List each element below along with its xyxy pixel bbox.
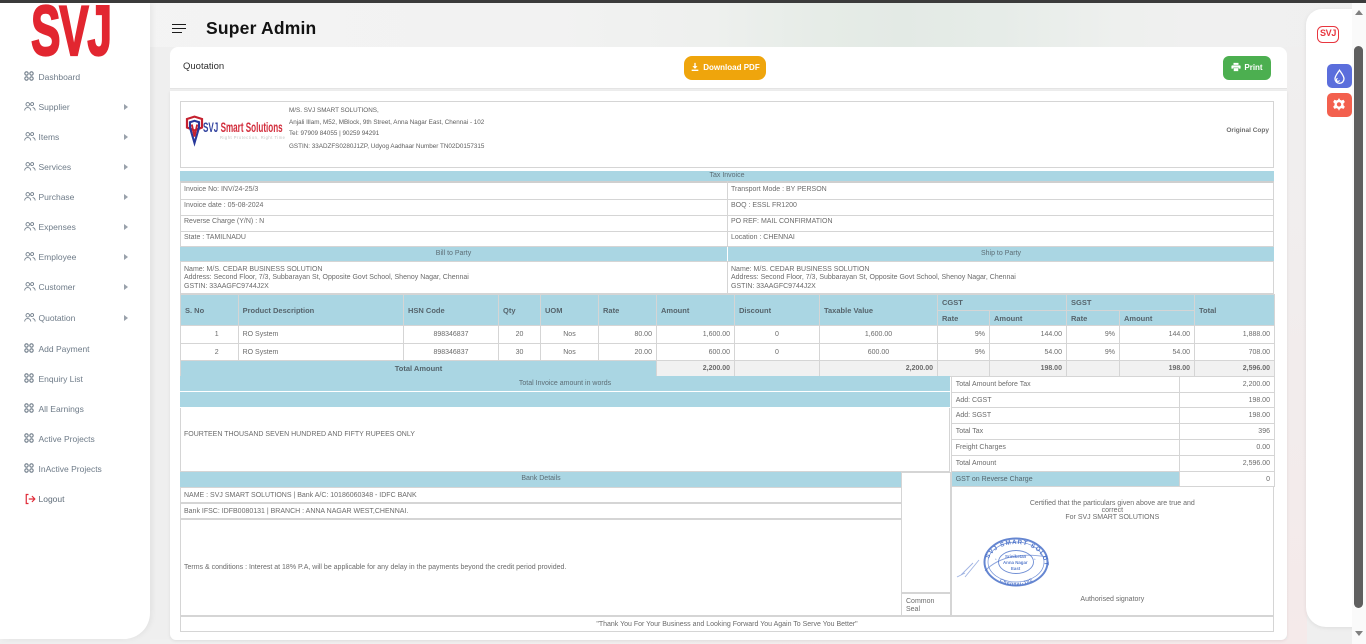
svg-text:*: *: [1034, 557, 1036, 562]
svg-text:East: East: [1011, 566, 1021, 571]
svg-text:Anna Nagar: Anna Nagar: [1003, 560, 1028, 565]
svg-text:*: *: [995, 557, 997, 562]
svg-text:Chennai-102: Chennai-102: [999, 577, 1035, 587]
svg-text:Sriniketan: Sriniketan: [1005, 554, 1027, 559]
